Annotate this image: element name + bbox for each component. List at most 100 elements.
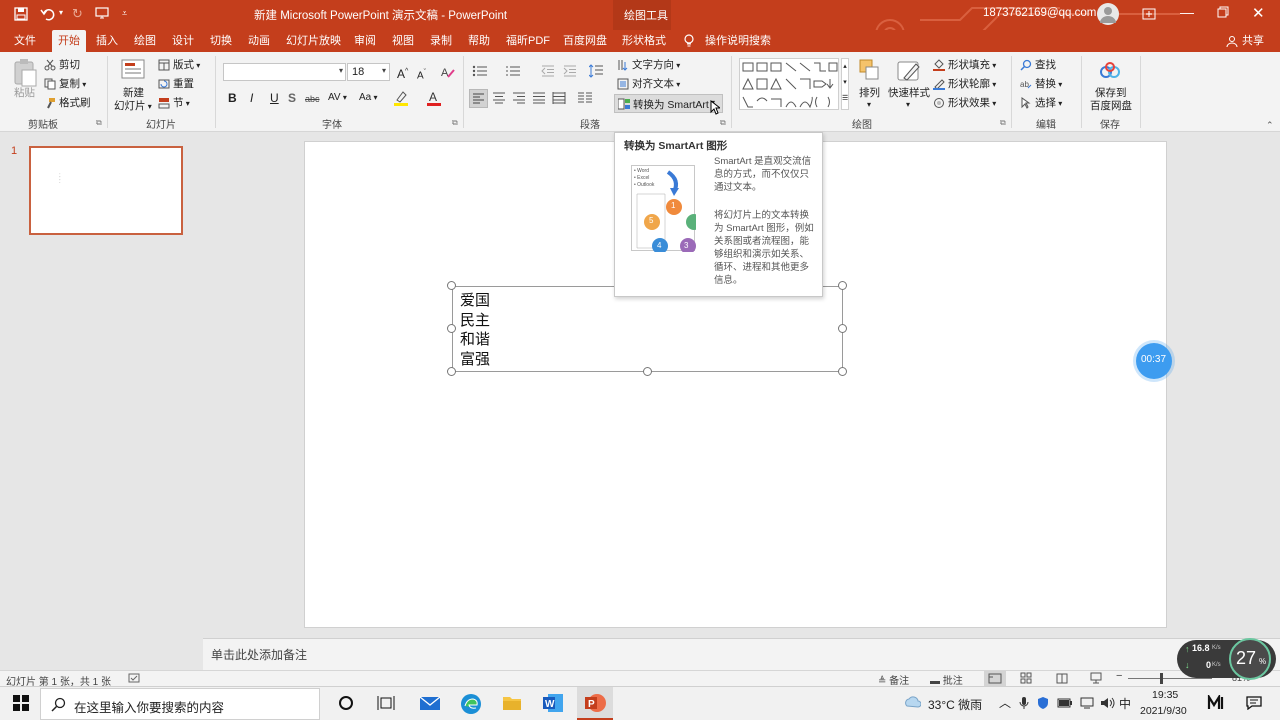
comments-toggle[interactable]: ▬ 批注 <box>930 672 963 687</box>
quick-styles-button[interactable]: 快速样式 <box>888 86 930 100</box>
resize-handle[interactable] <box>838 281 847 290</box>
notes-toggle[interactable]: ≜ 备注 <box>878 672 909 687</box>
decrease-indent-icon[interactable] <box>541 65 555 77</box>
text-direction-button[interactable]: 文字方向 ▾ <box>617 58 680 73</box>
character-spacing-button[interactable]: AV ▾ <box>328 91 347 105</box>
convert-smartart-button[interactable]: 转换为 SmartArt ▾ <box>614 94 723 113</box>
tab-foxit-pdf[interactable]: 福昕PDF <box>500 30 556 52</box>
taskbar-search-box[interactable]: 在这里输入你要搜索的内容 <box>40 688 320 720</box>
copy-button[interactable]: 复制 ▾ <box>44 77 86 92</box>
clock-date[interactable]: 2021/9/30 <box>1140 705 1187 717</box>
collapse-ribbon-icon[interactable]: ⌃ <box>1266 120 1274 131</box>
quick-styles-dropdown-icon[interactable]: ▾ <box>906 100 910 109</box>
quick-styles-icon[interactable] <box>896 58 922 84</box>
baidu-netdisk-icon[interactable] <box>1100 62 1120 80</box>
italic-button[interactable]: I <box>250 91 253 105</box>
zoom-slider[interactable] <box>1128 678 1212 679</box>
tab-insert[interactable]: 插入 <box>90 30 124 52</box>
format-painter-button[interactable]: 格式刷 <box>44 96 91 110</box>
zoom-out-icon[interactable]: − <box>1116 670 1122 682</box>
tab-shape-format[interactable]: 形状格式 <box>616 30 672 52</box>
text-box[interactable]: 爱国 民主 和谐 富强 <box>452 286 843 372</box>
redo-icon[interactable]: ↻ <box>72 6 83 22</box>
justify-icon[interactable] <box>532 92 546 104</box>
account-email[interactable]: 1873762169@qq.com <box>983 7 1096 19</box>
ime-indicator[interactable]: 中 <box>1119 695 1131 712</box>
arrange-icon[interactable] <box>858 58 882 84</box>
tab-review[interactable]: 审阅 <box>348 30 382 52</box>
tab-help[interactable]: 帮助 <box>462 30 496 52</box>
increase-indent-icon[interactable] <box>563 65 577 77</box>
underline-button[interactable]: U <box>270 91 279 105</box>
highlight-color-icon[interactable] <box>393 90 409 106</box>
change-case-button[interactable]: Aa ▾ <box>359 91 377 105</box>
bullets-icon[interactable] <box>472 65 488 77</box>
save-to-netdisk-button[interactable]: 百度网盘 <box>1090 99 1132 113</box>
font-name-dropdown-icon[interactable]: ▾ <box>339 66 343 75</box>
slide-sorter-icon[interactable] <box>1020 672 1032 684</box>
show-hidden-icons[interactable]: ︿ <box>999 694 1011 711</box>
font-size-dropdown-icon[interactable]: ▾ <box>382 66 386 75</box>
start-from-beginning-icon[interactable] <box>95 6 109 20</box>
font-name-select[interactable] <box>223 63 346 81</box>
tab-animations[interactable]: 动画 <box>242 30 276 52</box>
slideshow-icon[interactable] <box>1090 672 1102 684</box>
clock-time[interactable]: 19:35 <box>1152 689 1178 701</box>
windows-start-icon[interactable] <box>13 695 29 711</box>
cortana-icon[interactable] <box>338 695 354 711</box>
network-speed-widget[interactable]: ↑ 16.8 K/s ↓ 0 K/s 27 % <box>1177 638 1276 680</box>
word-icon[interactable]: W <box>542 693 564 713</box>
accessibility-icon[interactable] <box>128 672 140 684</box>
paragraph-launcher-icon[interactable]: ⧉ <box>720 118 726 128</box>
shape-effects-button[interactable]: 形状效果 ▾ <box>933 96 996 111</box>
shield-icon[interactable] <box>1036 696 1050 710</box>
save-to-label-1[interactable]: 保存到 <box>1095 86 1127 100</box>
notes-pane[interactable]: 单击此处添加备注 <box>203 638 1280 670</box>
ribbon-display-options-icon[interactable] <box>1141 6 1157 22</box>
resize-handle[interactable] <box>447 367 456 376</box>
layout-button[interactable]: 版式 ▾ <box>158 58 200 73</box>
paste-button[interactable]: 粘贴 <box>14 86 35 100</box>
close-icon[interactable]: ✕ <box>1252 4 1265 22</box>
clear-formatting-icon[interactable]: A <box>441 65 455 79</box>
customize-qat-icon[interactable]: ⩡ <box>122 8 127 19</box>
tab-baidu-netdisk[interactable]: 百度网盘 <box>557 30 613 52</box>
tab-transitions[interactable]: 切换 <box>204 30 238 52</box>
shadow-button[interactable]: S <box>288 91 296 105</box>
reading-view-icon[interactable] <box>1056 672 1068 684</box>
tab-slideshow[interactable]: 幻灯片放映 <box>280 30 347 52</box>
resize-handle[interactable] <box>447 281 456 290</box>
battery-icon[interactable] <box>1057 698 1073 708</box>
distributed-icon[interactable] <box>552 92 566 104</box>
clipboard-launcher-icon[interactable]: ⧉ <box>96 118 102 128</box>
slide-thumbnail[interactable]: ::: <box>29 146 183 235</box>
paste-icon[interactable] <box>12 58 38 88</box>
new-slide-button[interactable]: 幻灯片 ▾ <box>114 99 152 114</box>
edge-icon[interactable] <box>460 693 482 715</box>
drawing-launcher-icon[interactable]: ⧉ <box>1000 118 1006 128</box>
arrange-button[interactable]: 排列 <box>859 86 880 100</box>
shapes-gallery-scroll[interactable]: ▴ ▾ ☰ <box>841 58 849 110</box>
align-left-button[interactable] <box>469 89 488 108</box>
microphone-icon[interactable] <box>1019 696 1029 710</box>
tab-record[interactable]: 录制 <box>424 30 458 52</box>
file-explorer-icon[interactable] <box>502 694 522 712</box>
resize-handle[interactable] <box>838 367 847 376</box>
decrease-font-icon[interactable]: Aˇ <box>417 66 426 83</box>
align-center-icon[interactable] <box>492 92 506 104</box>
widget-logo-icon[interactable] <box>1207 693 1227 711</box>
tab-view[interactable]: 视图 <box>386 30 420 52</box>
task-view-icon[interactable] <box>377 695 395 711</box>
align-text-button[interactable]: 对齐文本 ▾ <box>617 77 680 92</box>
columns-icon[interactable] <box>577 91 593 105</box>
align-right-icon[interactable] <box>512 92 526 104</box>
shape-fill-button[interactable]: 形状填充 ▾ <box>933 58 996 73</box>
resize-handle[interactable] <box>447 324 456 333</box>
normal-view-button[interactable] <box>984 671 1006 686</box>
text-box-content[interactable]: 爱国 民主 和谐 富强 <box>460 291 490 369</box>
share-button[interactable]: 共享 <box>1236 30 1270 52</box>
select-button[interactable]: 选择 ▾ <box>1020 96 1062 111</box>
recording-timer[interactable]: 00:37 <box>1136 343 1172 379</box>
tab-home[interactable]: 开始 <box>52 30 86 52</box>
resize-handle[interactable] <box>643 367 652 376</box>
